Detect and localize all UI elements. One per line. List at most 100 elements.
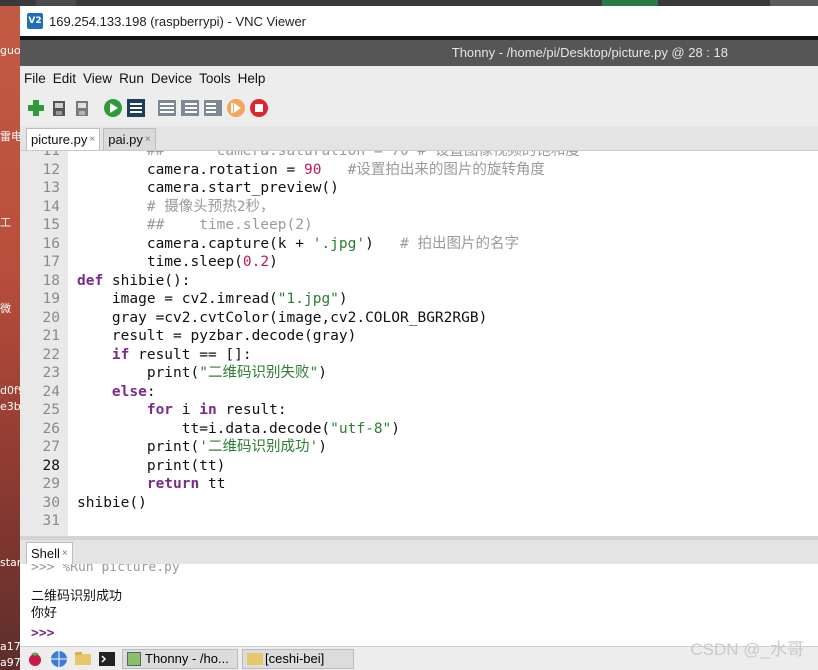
desktop-label[interactable]: a97: [0, 656, 20, 669]
code-text: print(tt): [77, 457, 226, 474]
code-editor[interactable]: 11 ## camera.saturation = 70 # 设置图像视频的饱和…: [20, 150, 818, 536]
desktop-label[interactable]: e3b: [0, 400, 20, 413]
shell-line: 你好: [31, 606, 58, 621]
menu-device[interactable]: Device: [151, 71, 192, 86]
code-line[interactable]: 25 for i in result:: [20, 401, 818, 420]
code-text: time.sleep(0.2): [77, 254, 278, 270]
code-line[interactable]: 26 tt=i.data.decode("utf-8"): [20, 420, 818, 439]
code-text: def shibie():: [77, 272, 191, 289]
debug-icon[interactable]: [126, 98, 146, 118]
line-number: 29: [42, 476, 60, 492]
taskbar-task-thonny[interactable]: Thonny - /ho...: [122, 648, 238, 669]
menu-run[interactable]: Run: [119, 71, 144, 86]
code-line[interactable]: 28 print(tt): [20, 457, 818, 476]
code-line[interactable]: 17 time.sleep(0.2): [20, 253, 818, 272]
code-text: camera.rotation = 90 #设置拍出来的图片的旋转角度: [77, 161, 545, 178]
code-line[interactable]: 24 else:: [20, 383, 818, 402]
new-file-icon[interactable]: [26, 98, 46, 118]
code-line[interactable]: 11 ## camera.saturation = 70 # 设置图像视频的饱和…: [20, 150, 818, 161]
close-icon[interactable]: ×: [62, 548, 68, 559]
shell-prompt[interactable]: >>>: [31, 626, 54, 641]
line-number: 13: [42, 180, 60, 196]
run-icon[interactable]: [103, 98, 123, 118]
thonny-title: Thonny - /home/pi/Desktop/picture.py @ 2…: [451, 45, 728, 60]
desktop-label[interactable]: star: [0, 556, 20, 569]
open-file-icon[interactable]: [49, 98, 69, 118]
line-number: 26: [42, 420, 60, 437]
code-line[interactable]: 16 camera.capture(k + '.jpg') # 拍出图片的名字: [20, 235, 818, 254]
code-line[interactable]: 29 return tt: [20, 475, 818, 494]
resume-icon[interactable]: [226, 98, 246, 118]
task-label: [ceshi-bei]: [265, 651, 325, 666]
line-number: 18: [42, 272, 60, 289]
watermark: CSDN @_水哥: [690, 640, 804, 659]
code-line[interactable]: 14 # 摄像头预热2秒，: [20, 198, 818, 217]
desktop-label[interactable]: guo: [0, 44, 20, 57]
stop-icon[interactable]: [249, 98, 269, 118]
desktop-label[interactable]: 微: [0, 300, 20, 316]
tab-picture-py[interactable]: picture.py ×: [26, 128, 101, 150]
folder-icon: [247, 652, 263, 665]
code-line[interactable]: 18 def shibie():: [20, 272, 818, 291]
tab-shell[interactable]: Shell ×: [26, 542, 73, 564]
code-text: print('二维码识别成功'): [77, 439, 327, 455]
line-number: 19: [42, 291, 60, 307]
vnc-title: 169.254.133.198 (raspberrypi) - VNC View…: [49, 13, 307, 29]
code-line[interactable]: 22 if result == []:: [20, 346, 818, 365]
shell-line: >>> %Run picture.py: [31, 564, 180, 575]
menu-help[interactable]: Help: [238, 71, 266, 86]
menu-edit[interactable]: Edit: [53, 71, 76, 86]
menu-tools[interactable]: Tools: [199, 71, 231, 86]
code-line[interactable]: 21 result = pyzbar.decode(gray): [20, 327, 818, 346]
code-text: for i in result:: [146, 402, 287, 418]
code-line[interactable]: 12 camera.rotation = 90 #设置拍出来的图片的旋转角度: [20, 161, 818, 180]
folder-icon[interactable]: [74, 650, 92, 668]
menu-file[interactable]: File: [24, 71, 46, 86]
browser-icon[interactable]: [50, 650, 68, 668]
tab-label: pai.py: [108, 132, 143, 147]
tab-label: Shell: [31, 546, 60, 561]
code-line[interactable]: 31: [20, 512, 818, 531]
menu-view[interactable]: View: [83, 71, 112, 86]
terminal-icon[interactable]: [98, 650, 116, 668]
code-text: ## camera.saturation = 70 # 设置图像视频的饱和度: [146, 150, 580, 159]
desktop-label[interactable]: 工: [0, 214, 20, 230]
code-line[interactable]: 30 shibie(): [20, 494, 818, 513]
code-text: camera.start_preview(): [77, 180, 339, 196]
line-number: 25: [42, 402, 60, 418]
save-file-icon[interactable]: [72, 98, 92, 118]
step-over-icon[interactable]: [157, 98, 177, 118]
desktop-label[interactable]: d0f9: [0, 384, 20, 397]
taskbar-task-folder[interactable]: [ceshi-bei]: [242, 648, 354, 669]
code-line[interactable]: 15 ## time.sleep(2): [20, 216, 818, 235]
code-line[interactable]: 20 gray =cv2.cvtColor(image,cv2.COLOR_BG…: [20, 309, 818, 328]
code-line[interactable]: 23 print("二维码识别失败"): [20, 364, 818, 383]
code-line[interactable]: 27 print('二维码识别成功'): [20, 438, 818, 457]
close-icon[interactable]: ×: [145, 134, 151, 145]
code-line[interactable]: 19 image = cv2.imread("1.jpg"): [20, 290, 818, 309]
code-text: image = cv2.imread("1.jpg"): [77, 291, 348, 307]
code-text: return tt: [146, 476, 226, 492]
line-number: 17: [42, 254, 60, 270]
line-number: 20: [42, 309, 60, 326]
toolbar: [20, 90, 818, 126]
vnc-titlebar[interactable]: V2 169.254.133.198 (raspberrypi) - VNC V…: [20, 6, 818, 36]
thonny-icon: [127, 651, 141, 666]
step-out-icon[interactable]: [203, 98, 223, 118]
raspberry-menu-icon[interactable]: [26, 650, 44, 668]
desktop-label[interactable]: a17: [0, 640, 20, 653]
line-number: 15: [42, 217, 60, 233]
editor-tabs: picture.py × pai.py ×: [20, 126, 818, 150]
shell-console[interactable]: >>> %Run picture.py 二维码识别成功 你好 >>>: [20, 564, 818, 646]
code-text: ## time.sleep(2): [146, 217, 313, 233]
close-icon[interactable]: ×: [89, 134, 95, 145]
desktop-label[interactable]: 雷电: [0, 128, 20, 144]
thonny-titlebar[interactable]: Thonny - /home/pi/Desktop/picture.py @ 2…: [20, 40, 818, 66]
code-text: gray =cv2.cvtColor(image,cv2.COLOR_BGR2R…: [77, 309, 488, 326]
step-into-icon[interactable]: [180, 98, 200, 118]
line-number: 31: [42, 513, 60, 529]
line-number: 16: [42, 235, 60, 252]
tab-pai-py[interactable]: pai.py ×: [103, 128, 156, 150]
code-line[interactable]: 13 camera.start_preview(): [20, 179, 818, 198]
vnc-logo-icon: V2: [27, 13, 43, 29]
